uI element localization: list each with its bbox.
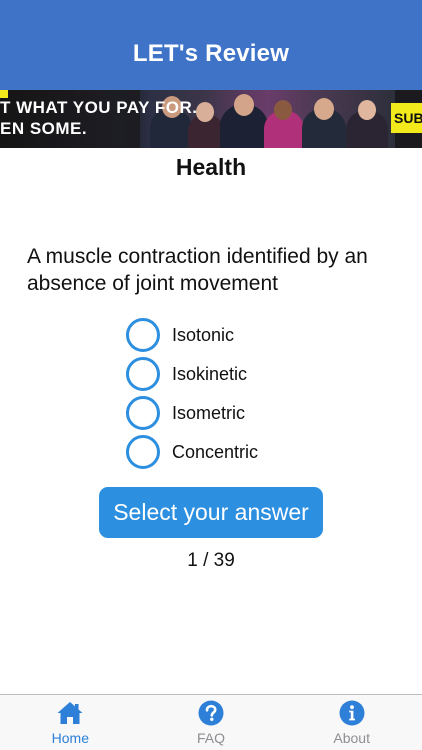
- radio-button[interactable]: [126, 318, 160, 352]
- tab-home[interactable]: Home: [0, 695, 141, 750]
- question-circle-icon: [198, 700, 224, 726]
- tab-bar: Home FAQ About: [0, 694, 422, 750]
- tab-faq[interactable]: FAQ: [141, 695, 282, 750]
- ad-subscribe-button[interactable]: SUB: [391, 103, 422, 133]
- answer-option-label: Isokinetic: [172, 363, 248, 384]
- tab-about[interactable]: About: [281, 695, 422, 750]
- radio-button[interactable]: [126, 357, 160, 391]
- info-circle-icon: [339, 700, 365, 726]
- answer-option[interactable]: Isokinetic: [126, 357, 258, 391]
- quiz-category: Health: [175, 154, 247, 180]
- answer-option-label: Concentric: [172, 441, 259, 462]
- ad-headline-line-2: EN SOME.: [0, 119, 88, 138]
- ad-text-panel: T WHAT YOU PAY FOR. EN SOME.: [0, 90, 197, 148]
- answer-option[interactable]: Isotonic: [126, 318, 258, 352]
- app-title: LET's Review: [132, 40, 290, 67]
- tab-label-home: Home: [51, 730, 90, 746]
- radio-button[interactable]: [126, 396, 160, 430]
- ad-logo-mark: [0, 90, 8, 98]
- ad-headline-line-1: T WHAT YOU PAY FOR.: [0, 98, 198, 117]
- tab-label-faq: FAQ: [197, 730, 226, 746]
- question-text: A muscle contraction identified by an ab…: [27, 245, 368, 295]
- answer-option[interactable]: Isometric: [126, 396, 258, 430]
- answer-option[interactable]: Concentric: [126, 435, 258, 469]
- answer-option-label: Isotonic: [172, 324, 235, 345]
- radio-button[interactable]: [126, 435, 160, 469]
- select-answer-button[interactable]: Select your answer: [99, 487, 323, 538]
- home-icon: [57, 702, 83, 724]
- question-progress: 1 / 39: [187, 550, 235, 571]
- answer-options: Isotonic Isokinetic Isometric Concentric: [126, 318, 258, 474]
- answer-option-label: Isometric: [172, 402, 246, 423]
- navigation-bar: LET's Review: [0, 0, 422, 90]
- tab-label-about: About: [333, 730, 370, 746]
- ad-banner[interactable]: T WHAT YOU PAY FOR. EN SOME. SUB: [0, 90, 422, 148]
